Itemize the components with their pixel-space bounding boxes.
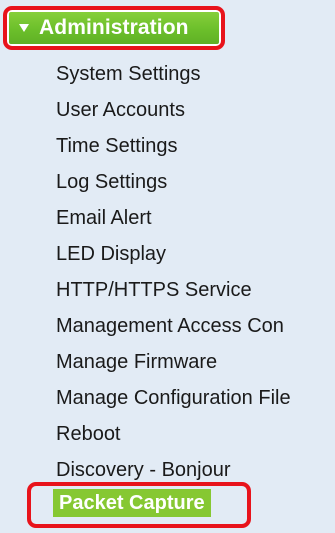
packet-capture-label: Packet Capture [53, 489, 211, 517]
admin-nav-panel: Administration System Settings User Acco… [0, 0, 335, 533]
nav-item-email-alert[interactable]: Email Alert [0, 200, 335, 236]
administration-header-title: Administration [39, 16, 189, 39]
nav-item-management-access-control[interactable]: Management Access Con [0, 308, 335, 344]
nav-item-http-https-service[interactable]: HTTP/HTTPS Service [0, 272, 335, 308]
triangle-down-icon [19, 24, 29, 32]
nav-item-reboot[interactable]: Reboot [0, 416, 335, 452]
administration-header-bar[interactable]: Administration [9, 12, 219, 44]
nav-item-led-display[interactable]: LED Display [0, 236, 335, 272]
nav-item-log-settings[interactable]: Log Settings [0, 164, 335, 200]
nav-item-manage-firmware[interactable]: Manage Firmware [0, 344, 335, 380]
nav-item-packet-capture[interactable]: Packet Capture [27, 482, 251, 528]
administration-header[interactable]: Administration [3, 6, 225, 50]
admin-nav-list: System Settings User Accounts Time Setti… [0, 56, 335, 488]
nav-item-user-accounts[interactable]: User Accounts [0, 92, 335, 128]
nav-item-time-settings[interactable]: Time Settings [0, 128, 335, 164]
nav-item-system-settings[interactable]: System Settings [0, 56, 335, 92]
nav-item-manage-configuration-files[interactable]: Manage Configuration File [0, 380, 335, 416]
